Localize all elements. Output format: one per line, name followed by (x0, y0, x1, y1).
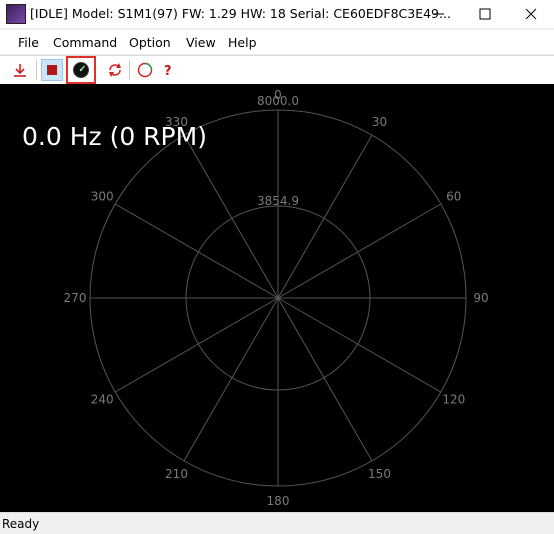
refresh-icon (109, 63, 121, 77)
status-bar: Ready (0, 512, 554, 534)
stop-button[interactable] (41, 59, 63, 81)
menu-bar: File Command Option View Help (0, 30, 554, 54)
title-bar: [IDLE] Model: S1M1(97) FW: 1.29 HW: 18 S… (0, 0, 554, 28)
angle-label: 240 (91, 393, 114, 407)
gauge-button[interactable] (66, 56, 96, 84)
angle-label: 210 (165, 467, 188, 481)
stop-icon (47, 65, 57, 75)
angle-label: 60 (446, 190, 461, 204)
angle-label: 30 (372, 115, 387, 129)
polar-spoke (183, 297, 279, 462)
polar-spoke (277, 297, 442, 393)
status-text: Ready (2, 517, 40, 531)
menu-command[interactable]: Command (53, 35, 117, 50)
polar-display: 0 30 60 90 120 150 180 210 240 270 300 330 8000.0 3… (0, 84, 554, 512)
polar-spoke (114, 203, 279, 299)
menu-option[interactable]: Option (129, 35, 171, 50)
help-icon: ? (164, 64, 172, 78)
refresh-button[interactable] (104, 59, 126, 81)
close-button[interactable] (508, 0, 554, 28)
toolbar-separator (36, 60, 37, 80)
frequency-readout: 0.0 Hz (0 RPM) (22, 122, 207, 151)
minimize-button[interactable] (416, 0, 462, 28)
close-icon (525, 8, 537, 20)
menu-file[interactable]: File (18, 35, 39, 50)
maximize-button[interactable] (462, 0, 508, 28)
menu-help[interactable]: Help (228, 35, 257, 50)
polar-grid (90, 110, 466, 486)
app-icon (6, 4, 26, 24)
circle-button[interactable] (134, 59, 156, 81)
angle-label: 180 (267, 494, 290, 508)
angle-label: 120 (442, 393, 465, 407)
polar-spoke (277, 203, 442, 299)
download-button[interactable] (9, 59, 31, 81)
angle-label: 300 (91, 190, 114, 204)
gauge-icon (73, 62, 89, 78)
polar-spoke (277, 134, 373, 299)
window-title: [IDLE] Model: S1M1(97) FW: 1.29 HW: 18 S… (30, 6, 451, 21)
help-button[interactable]: ? (157, 59, 179, 81)
menu-view[interactable]: View (186, 35, 216, 50)
download-icon (14, 64, 26, 77)
polar-spoke (277, 297, 373, 462)
maximize-icon (479, 8, 491, 20)
circle-icon (137, 62, 153, 78)
toolbar-separator (129, 60, 130, 80)
polar-spoke (114, 297, 279, 393)
angle-label: 90 (473, 291, 488, 305)
polar-spoke (183, 134, 279, 299)
minimize-icon (434, 13, 444, 15)
angle-label: 270 (64, 291, 87, 305)
polar-chart: 0306090120150180210240270300330 8000.0 3… (22, 88, 489, 508)
toolbar: ? (0, 56, 554, 84)
outer-ring-value: 8000.0 (257, 94, 299, 108)
svg-text:?: ? (164, 64, 172, 78)
angle-label: 150 (368, 467, 391, 481)
inner-ring-value: 3854.9 (257, 194, 299, 208)
